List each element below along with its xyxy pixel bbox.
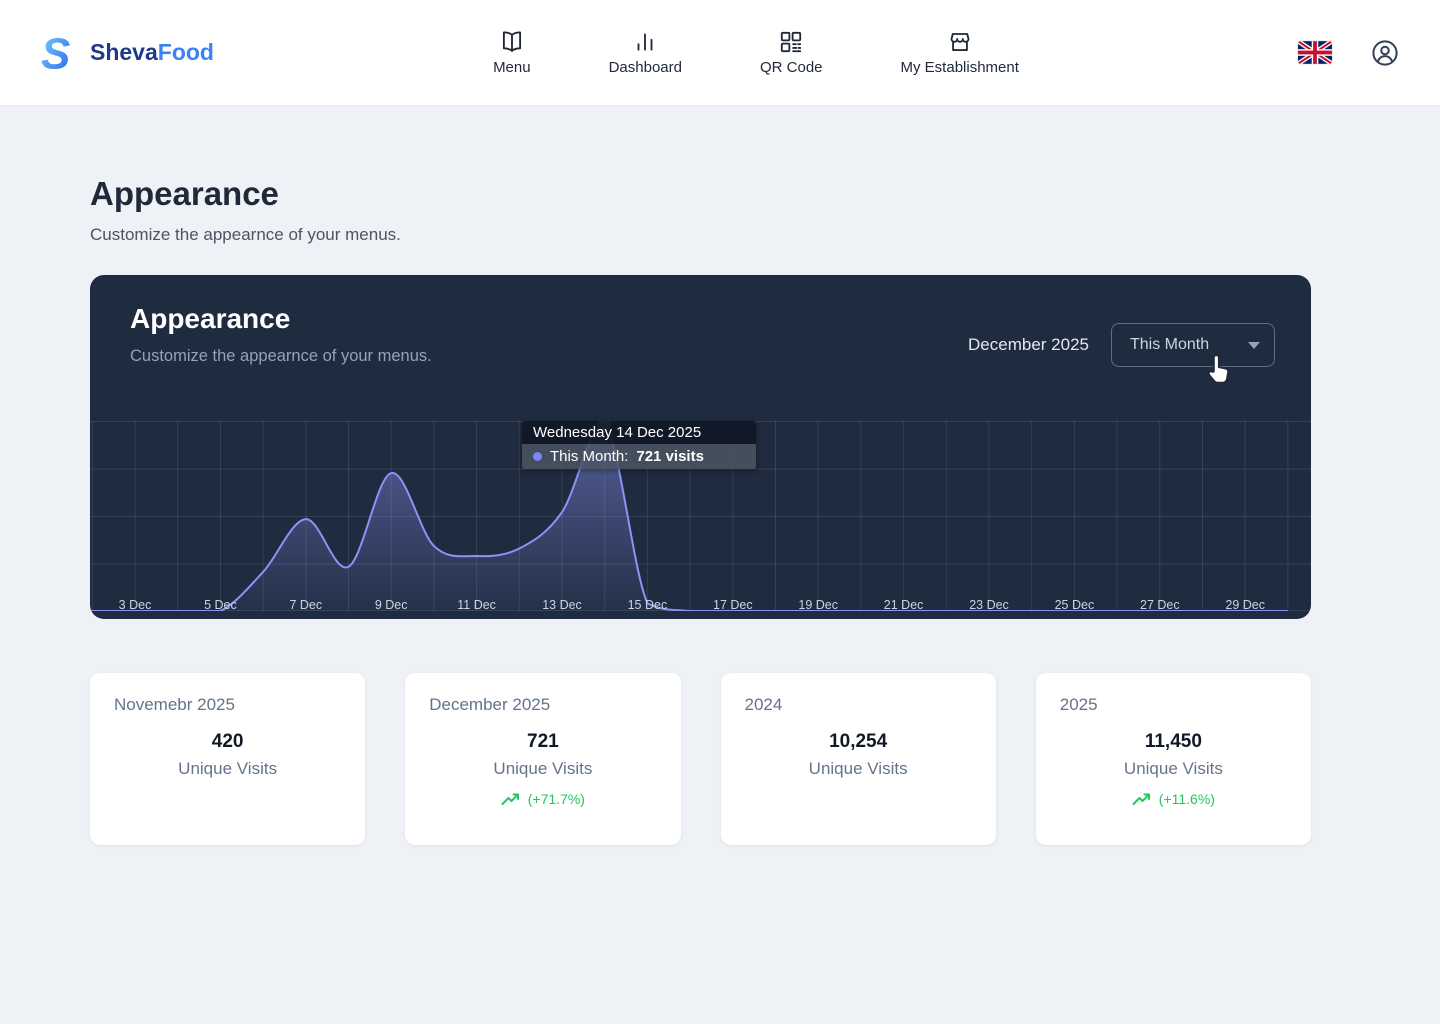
x-axis-tick-label: 7 Dec — [289, 598, 322, 612]
stat-value: 721 — [429, 731, 656, 753]
tooltip-value-row: This Month: 721 visits — [522, 444, 756, 469]
x-axis-tick-label: 5 Dec — [204, 598, 237, 612]
stat-card-2024: 2024 10,254 Unique Visits — [721, 673, 996, 845]
x-axis-tick-label: 11 Dec — [457, 598, 496, 612]
page-subtitle: Customize the appearnce of your menus. — [90, 225, 1440, 245]
trend-up-icon — [1132, 792, 1152, 806]
stat-card-2025: 2025 11,450 Unique Visits (+11.6%) — [1036, 673, 1311, 845]
menu-book-icon — [499, 29, 525, 55]
nav-item-menu[interactable]: Menu — [493, 29, 531, 76]
storefront-icon — [947, 29, 973, 55]
stat-period: December 2025 — [429, 695, 656, 715]
main-nav: Menu Dashboard QR Code My Establishmen — [214, 29, 1298, 76]
trend-up-icon — [501, 792, 521, 806]
x-axis-tick-label: 3 Dec — [119, 598, 152, 612]
nav-item-my-establishment[interactable]: My Establishment — [901, 29, 1019, 76]
nav-label: Dashboard — [609, 59, 682, 76]
brand-word-secondary: Food — [158, 39, 214, 65]
logo-s-icon: S — [40, 29, 82, 77]
nav-item-qr-code[interactable]: QR Code — [760, 29, 823, 76]
x-axis-tick-label: 9 Dec — [375, 598, 408, 612]
stat-value: 420 — [114, 731, 341, 753]
stat-label: Unique Visits — [1060, 759, 1287, 779]
stat-delta-value: (+11.6%) — [1159, 791, 1215, 807]
series-dot-icon — [533, 452, 542, 461]
mouse-cursor-hand-icon — [1204, 353, 1234, 387]
range-select-value: This Month — [1130, 336, 1209, 354]
x-axis-tick-label: 23 Dec — [969, 598, 1009, 612]
header-right — [1298, 38, 1400, 68]
nav-label: Menu — [493, 59, 531, 76]
bar-chart-icon — [632, 29, 658, 55]
stat-period: 2024 — [745, 695, 972, 715]
stat-card-december: December 2025 721 Unique Visits (+71.7%) — [405, 673, 680, 845]
chart-tooltip: Wednesday 14 Dec 2025 This Month: 721 vi… — [522, 421, 756, 469]
brand-logo[interactable]: S ShevaFood — [40, 29, 214, 77]
tooltip-date: Wednesday 14 Dec 2025 — [522, 421, 756, 444]
nav-item-dashboard[interactable]: Dashboard — [609, 29, 682, 76]
stat-value: 10,254 — [745, 731, 972, 753]
stat-value: 11,450 — [1060, 731, 1287, 753]
brand-word-primary: Sheva — [90, 39, 158, 65]
range-select-dropdown[interactable]: This Month — [1111, 323, 1275, 367]
x-axis-tick-label: 29 Dec — [1225, 598, 1265, 612]
x-axis-tick-label: 17 Dec — [713, 598, 753, 612]
stat-label: Unique Visits — [114, 759, 341, 779]
stat-delta: (+71.7%) — [429, 791, 656, 807]
svg-text:S: S — [41, 29, 70, 77]
nav-label: QR Code — [760, 59, 823, 76]
stat-label: Unique Visits — [429, 759, 656, 779]
chevron-down-icon — [1248, 342, 1260, 349]
x-axis-tick-label: 15 Dec — [628, 598, 668, 612]
stat-label: Unique Visits — [745, 759, 972, 779]
panel-title: Appearance — [130, 303, 432, 335]
x-axis-tick-label: 21 Dec — [884, 598, 924, 612]
stat-period: 2025 — [1060, 695, 1287, 715]
panel-header: Appearance Customize the appearnce of yo… — [90, 275, 1311, 421]
period-label: December 2025 — [968, 335, 1089, 355]
tooltip-value: 721 visits — [636, 448, 704, 465]
stat-period: Novemebr 2025 — [114, 695, 341, 715]
appearance-analytics-panel: Appearance Customize the appearnce of yo… — [90, 275, 1311, 619]
panel-subtitle: Customize the appearnce of your menus. — [130, 347, 432, 366]
language-uk-flag-icon[interactable] — [1298, 41, 1332, 64]
stat-card-november: Novemebr 2025 420 Unique Visits — [90, 673, 365, 845]
stat-delta: (+11.6%) — [1060, 791, 1287, 807]
page-title: Appearance — [90, 175, 1440, 213]
x-axis-tick-label: 19 Dec — [798, 598, 838, 612]
stats-cards-row: Novemebr 2025 420 Unique Visits December… — [90, 673, 1311, 845]
x-axis-tick-label: 25 Dec — [1055, 598, 1095, 612]
user-avatar-button[interactable] — [1370, 38, 1400, 68]
page-content: Appearance Customize the appearnce of yo… — [0, 105, 1440, 845]
qr-code-icon — [778, 29, 804, 55]
user-avatar-icon — [1370, 38, 1400, 68]
x-axis-tick-label: 13 Dec — [542, 598, 582, 612]
x-axis-tick-label: 27 Dec — [1140, 598, 1180, 612]
app-header: S ShevaFood Menu Dashboard — [0, 0, 1440, 105]
nav-label: My Establishment — [901, 59, 1019, 76]
stat-delta-value: (+71.7%) — [528, 791, 585, 807]
tooltip-series: This Month: — [550, 448, 628, 465]
visits-area-chart[interactable]: 3 Dec 5 Dec 7 Dec 9 Dec 11 Dec 13 Dec 15 Dec 17… — [90, 421, 1311, 611]
